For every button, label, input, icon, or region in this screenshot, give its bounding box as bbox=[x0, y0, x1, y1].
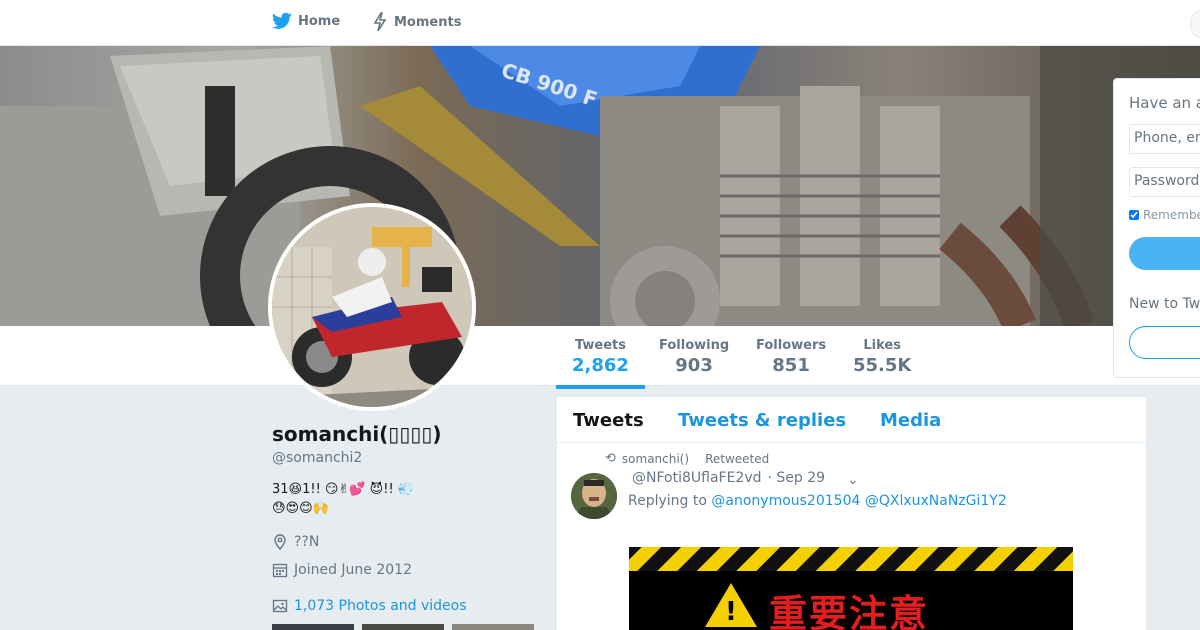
stat-following-value: 903 bbox=[675, 355, 713, 376]
retweet-context: ⟲ somanchi() Retweeted bbox=[605, 451, 769, 466]
twitter-bird-icon bbox=[272, 12, 292, 29]
photo-thumbnails bbox=[272, 624, 534, 630]
replying-to-handles[interactable]: @anonymous201504 @QXlxuxNaNzGi1Y2 bbox=[711, 493, 1006, 509]
tweet-media-warning-text: 重要注意 bbox=[769, 592, 930, 630]
stat-likes-value: 55.5K bbox=[853, 355, 912, 376]
location-pin-icon bbox=[274, 534, 286, 550]
photos-videos-link[interactable]: 1,073 Photos and videos bbox=[272, 598, 467, 614]
profile-location-text: ??N bbox=[294, 534, 320, 550]
profile-handle: @somanchi2 bbox=[272, 450, 363, 466]
remember-me-checkbox[interactable] bbox=[1129, 210, 1139, 220]
login-button[interactable] bbox=[1129, 237, 1200, 270]
photos-videos-label: 1,073 Photos and videos bbox=[294, 598, 467, 614]
avatar-motorcycle-photo bbox=[272, 207, 472, 407]
tab-tweets[interactable]: Tweets bbox=[573, 410, 644, 431]
signup-button[interactable] bbox=[1129, 326, 1200, 359]
tab-media[interactable]: Media bbox=[880, 410, 941, 431]
stat-followers-value: 851 bbox=[772, 355, 810, 376]
tweet-date[interactable]: · Sep 29 bbox=[768, 470, 826, 486]
login-card: Have an a Phone, em Password Remember Ne… bbox=[1113, 78, 1200, 378]
stat-tweets-value: 2,862 bbox=[572, 355, 629, 376]
lightning-icon bbox=[373, 12, 387, 32]
nav-home-label: Home bbox=[298, 13, 341, 29]
timeline-panel: Tweets Tweets & replies Media ⟲ somanchi… bbox=[557, 397, 1146, 630]
nav-moments-label: Moments bbox=[394, 14, 462, 30]
stat-followers[interactable]: Followers 851 bbox=[756, 338, 826, 376]
tweet-media-image[interactable]: ! 重要注意 bbox=[629, 547, 1073, 630]
stat-following[interactable]: Following 903 bbox=[659, 338, 729, 376]
calendar-icon bbox=[272, 563, 288, 578]
stat-tweets-label: Tweets bbox=[574, 338, 626, 353]
stat-likes-label: Likes bbox=[863, 338, 901, 353]
new-to-twitter-label: New to Tw bbox=[1129, 296, 1200, 312]
nav-moments-link[interactable]: Moments bbox=[372, 12, 461, 32]
top-navigation-bar: Home Moments bbox=[0, 0, 1200, 46]
stat-tweets[interactable]: Tweets 2,862 bbox=[556, 338, 645, 389]
hazard-stripe bbox=[629, 547, 1073, 571]
image-icon bbox=[272, 599, 288, 613]
profile-bio-line-2: 😓😍😊🙌 bbox=[272, 501, 329, 516]
account-avatar-button[interactable] bbox=[1190, 8, 1200, 40]
profile-bio: 31😆1!! 😏✌💕 😈!! 💨 😓😍😊🙌 bbox=[272, 480, 542, 518]
tab-tweets-and-replies[interactable]: Tweets & replies bbox=[678, 410, 846, 431]
timeline-tabs: Tweets Tweets & replies Media bbox=[557, 397, 1146, 443]
photo-thumbnail[interactable] bbox=[452, 624, 534, 630]
photo-thumbnail[interactable] bbox=[272, 624, 354, 630]
exclamation-icon: ! bbox=[725, 597, 737, 627]
tweet-header: @NFoti8UflaFE2vd · Sep 29 bbox=[632, 470, 825, 486]
profile-joined: Joined June 2012 bbox=[272, 562, 412, 578]
retweeted-by-name[interactable]: somanchi() bbox=[622, 452, 689, 466]
profile-banner-image: CB 900 F bbox=[0, 46, 1200, 326]
profile-avatar[interactable] bbox=[268, 203, 476, 411]
password-field[interactable]: Password bbox=[1129, 167, 1200, 197]
stat-following-label: Following bbox=[659, 338, 730, 353]
tweet-author-avatar[interactable] bbox=[571, 473, 617, 519]
replying-prefix: Replying to bbox=[628, 493, 707, 509]
chevron-down-icon[interactable]: ⌄ bbox=[847, 472, 859, 488]
profile-stats-bar: Tweets 2,862 Following 903 Followers 851… bbox=[0, 326, 1200, 389]
motorcycle-engine-photo: CB 900 F bbox=[0, 46, 1200, 326]
profile-location: ??N bbox=[272, 534, 319, 550]
remember-me[interactable]: Remember bbox=[1129, 208, 1200, 222]
profile-bio-line-1: 31😆1!! 😏✌💕 😈!! 💨 bbox=[272, 482, 414, 497]
profile-joined-text: Joined June 2012 bbox=[294, 562, 412, 578]
phone-email-field[interactable]: Phone, em bbox=[1129, 124, 1200, 154]
profile-display-name: somanchi(▯▯▯▯) bbox=[272, 422, 442, 446]
nav-home-link[interactable]: Home bbox=[272, 12, 340, 30]
photo-thumbnail[interactable] bbox=[362, 624, 444, 630]
stat-likes[interactable]: Likes 55.5K bbox=[853, 338, 911, 376]
retweet-icon: ⟲ bbox=[605, 451, 616, 466]
remember-me-label: Remember bbox=[1143, 208, 1200, 222]
tweet-author-handle[interactable]: @NFoti8UflaFE2vd bbox=[632, 470, 762, 486]
tweet-replying-to: Replying to @anonymous201504 @QXlxuxNaNz… bbox=[628, 493, 1007, 509]
login-title: Have an a bbox=[1129, 94, 1200, 112]
stat-followers-label: Followers bbox=[756, 338, 827, 353]
retweeted-label: Retweeted bbox=[705, 451, 770, 466]
